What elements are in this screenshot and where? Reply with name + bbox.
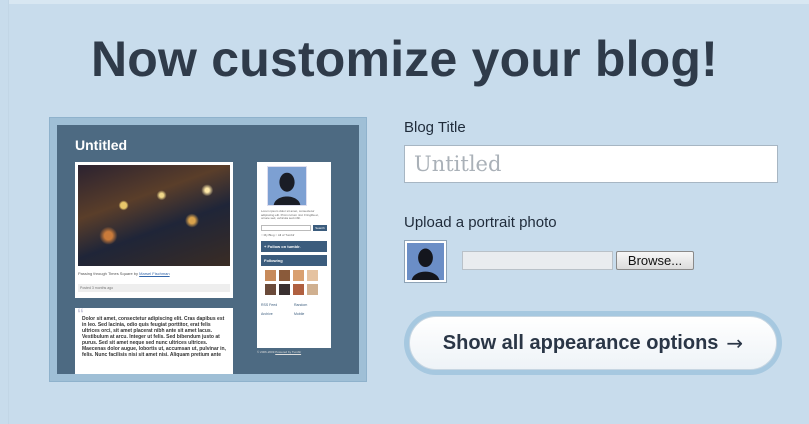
arrow-right-icon: → (726, 331, 744, 355)
file-path-field[interactable] (462, 251, 613, 270)
avatar (307, 269, 318, 281)
page-title: Now customize your blog! (90, 31, 719, 87)
show-options-label: Show all appearance options (442, 331, 719, 354)
preview-photo-caption: Passing through Times Square by Marsel F… (78, 271, 230, 276)
preview-avatar-icon (267, 166, 307, 206)
portrait-silhouette-icon (407, 243, 444, 280)
preview-radio-my-blog: My Blog (263, 232, 275, 237)
preview-posted-date: Posted 3 months ago (78, 284, 230, 292)
preview-radio-all: All of Tumblr (277, 232, 295, 237)
preview-quote-post: “ Dolor sit amet, consectetur adipiscing… (75, 305, 233, 374)
preview-footer-copyright: © 2006-2009 (257, 350, 275, 354)
preview-caption-text: Passing through Times Square by (78, 271, 139, 276)
avatar (279, 283, 290, 295)
theme-preview-canvas: Untitled Passing through Times Square by… (57, 125, 359, 374)
preview-photo-post: Passing through Times Square by Marsel F… (75, 162, 233, 298)
upload-portrait-label: Upload a portrait photo (404, 214, 557, 231)
preview-photo (78, 165, 230, 266)
preview-sidebar: Lorem ipsum dolor sit amet, consectetur … (257, 162, 331, 348)
blog-title-label: Blog Title (404, 119, 466, 136)
preview-caption-link: Marsel Fischman (139, 271, 170, 276)
avatar (265, 283, 276, 295)
show-appearance-options-button[interactable]: Show all appearance options → (409, 316, 777, 370)
preview-sidebar-links: RSS Feed Random Archive Mobile (261, 301, 327, 319)
portrait-preview (404, 240, 447, 283)
preview-search: Search (261, 224, 327, 231)
avatar (279, 269, 290, 281)
preview-following-avatars (265, 269, 327, 295)
preview-search-scope: ○ My Blog ○ All of Tumblr (261, 232, 295, 237)
preview-follow-button: + Follow on tumblr. (261, 240, 327, 252)
preview-search-box (261, 224, 311, 231)
top-edge (0, 0, 809, 4)
preview-search-button: Search (313, 224, 327, 231)
preview-following-header: Following (261, 254, 327, 266)
preview-link-rss: RSS Feed (261, 302, 278, 307)
preview-quote-text: Dolor sit amet, consectetur adipiscing e… (82, 316, 226, 358)
preview-footer: © 2006-2009 Powered by Tumblr (257, 350, 301, 354)
preview-footer-link: Powered by Tumblr (275, 350, 302, 354)
preview-link-mobile: Mobile (294, 311, 305, 316)
avatar (293, 283, 304, 295)
preview-link-random: Random (294, 302, 308, 307)
show-options-wrapper: Show all appearance options → (404, 311, 782, 375)
preview-sidebar-description: Lorem ipsum dolor sit amet, consectetur … (261, 209, 319, 221)
preview-follow-label: Follow on tumblr. (267, 243, 301, 249)
plus-icon: + (264, 243, 267, 249)
avatar (307, 283, 318, 295)
blog-title-input[interactable] (404, 145, 778, 183)
theme-preview: Untitled Passing through Times Square by… (49, 117, 367, 382)
silhouette-icon (268, 167, 306, 205)
browse-button[interactable]: Browse... (616, 251, 694, 270)
avatar (293, 269, 304, 281)
preview-blog-title: Untitled (75, 137, 128, 153)
avatar (265, 269, 276, 281)
quote-icon: “ (77, 305, 84, 321)
preview-link-archive: Archive (261, 311, 273, 316)
